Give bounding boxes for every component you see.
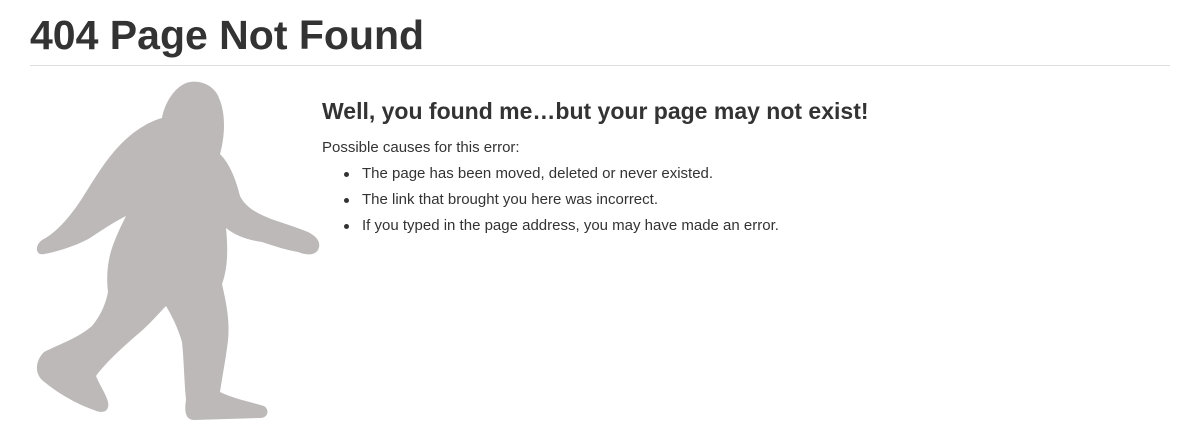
- cause-item: The link that brought you here was incor…: [344, 190, 1162, 210]
- cause-item: The page has been moved, deleted or neve…: [344, 164, 1162, 184]
- bigfoot-icon: [36, 81, 320, 421]
- title-divider: [30, 65, 1170, 66]
- cause-text: The page has been moved, deleted or neve…: [362, 165, 714, 182]
- bullet-icon: [344, 224, 349, 229]
- error-content: Well, you found me…but your page may not…: [322, 96, 1162, 242]
- bullet-icon: [344, 172, 349, 177]
- bullet-icon: [344, 198, 349, 203]
- error-subtitle: Well, you found me…but your page may not…: [322, 98, 869, 124]
- page-title: 404 Page Not Found: [30, 12, 425, 58]
- cause-item: If you typed in the page address, you ma…: [344, 216, 1162, 236]
- causes-list: The page has been moved, deleted or neve…: [322, 164, 1162, 236]
- cause-text: If you typed in the page address, you ma…: [362, 217, 779, 234]
- cause-text: The link that brought you here was incor…: [362, 191, 658, 208]
- causes-intro: Possible causes for this error:: [322, 139, 520, 156]
